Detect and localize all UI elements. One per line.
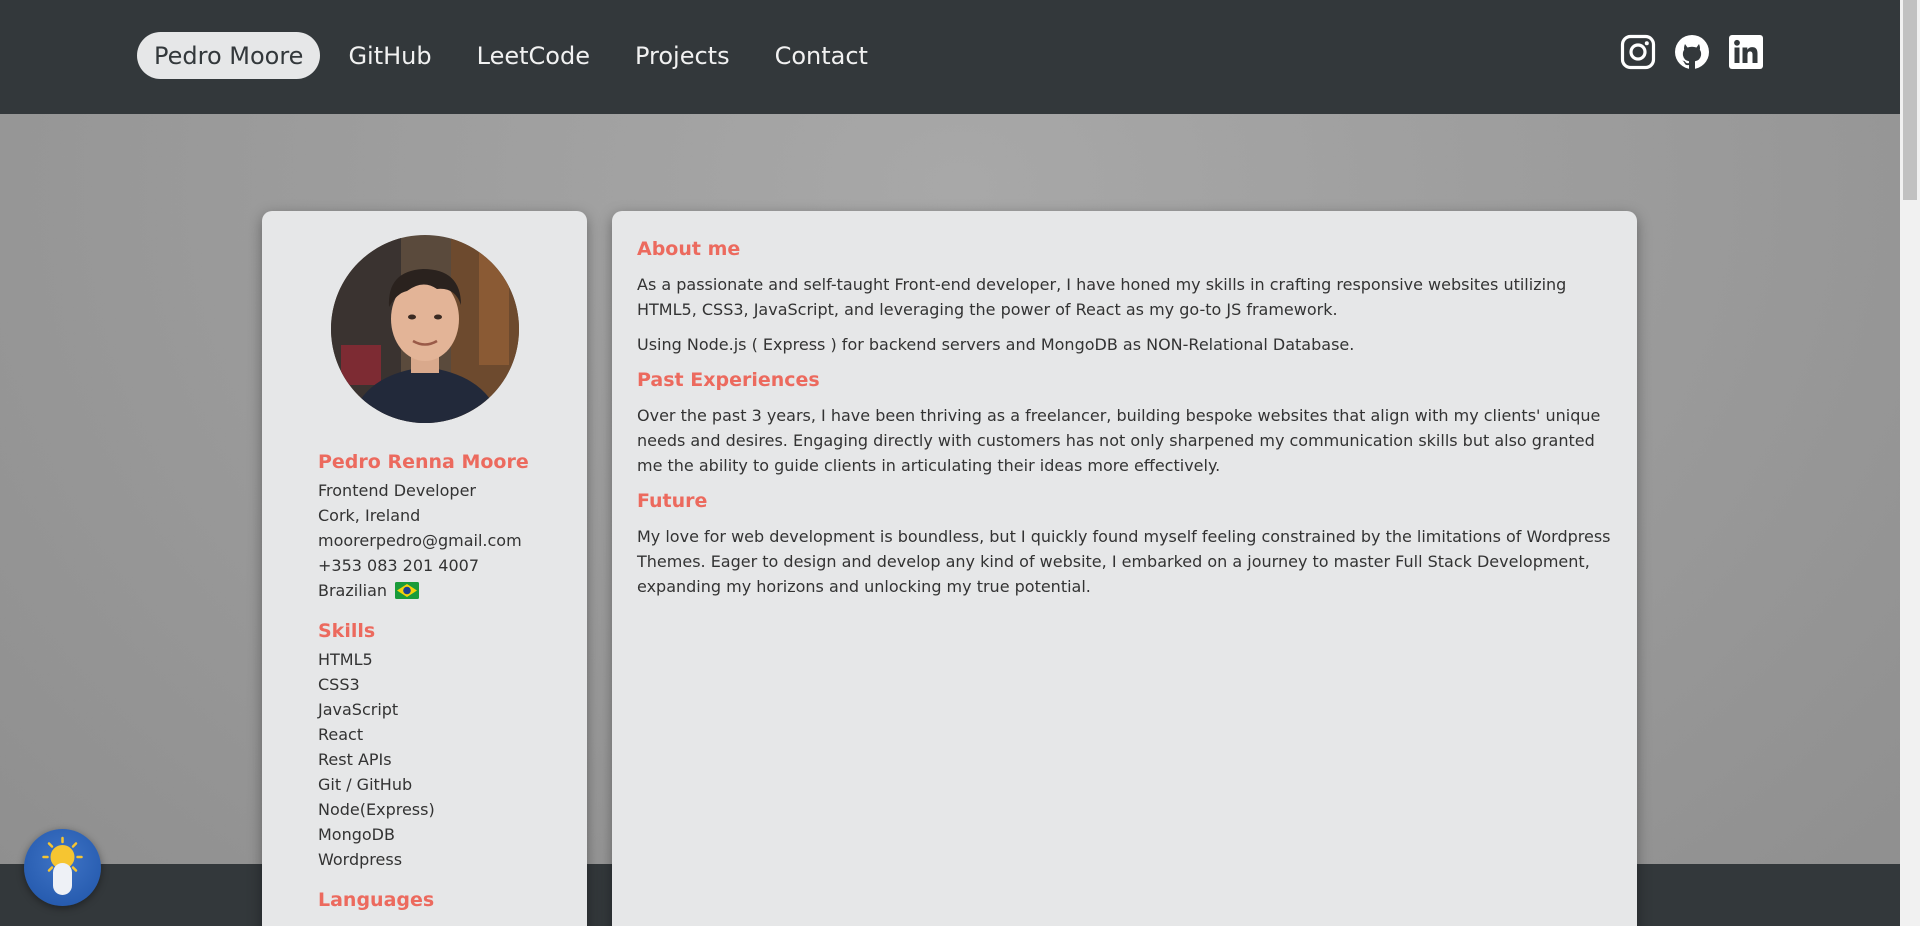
skill-item: Rest APIs [318, 750, 392, 769]
skill-item: Wordpress [318, 850, 403, 869]
profile-phone: +353 083 201 4007 [318, 556, 479, 575]
instagram-icon[interactable] [1620, 34, 1656, 70]
about-heading: About me [637, 238, 741, 260]
social-links [1620, 34, 1764, 70]
profile-details: Pedro Renna Moore Frontend Developer Cor… [318, 451, 578, 916]
skill-item: CSS3 [318, 675, 360, 694]
skill-item: JavaScript [318, 700, 399, 719]
profile-title: Frontend Developer [318, 481, 476, 500]
profile-name: Pedro Renna Moore [318, 451, 529, 473]
profile-nationality: Brazilian [318, 578, 578, 603]
brazil-flag-icon [395, 582, 420, 599]
avatar [331, 235, 519, 423]
main-nav: Pedro Moore GitHub LeetCode Projects Con… [137, 32, 896, 79]
bio-content: About me As a passionate and self-taught… [637, 238, 1612, 609]
nationality-label: Brazilian [318, 581, 388, 600]
about-paragraph: Using Node.js ( Express ) for backend se… [637, 335, 1355, 354]
top-navbar: Pedro Moore GitHub LeetCode Projects Con… [0, 0, 1900, 114]
skills-heading: Skills [318, 620, 376, 642]
skills-section: Skills HTML5 CSS3 JavaScript React Rest … [318, 620, 578, 872]
future-heading: Future [637, 490, 708, 512]
skill-item: Node(Express) [318, 800, 435, 819]
about-paragraph: As a passionate and self-taught Front-en… [637, 275, 1567, 319]
skill-item: MongoDB [318, 825, 395, 844]
github-icon[interactable] [1674, 34, 1710, 70]
sun-toggle-icon [42, 836, 83, 895]
languages-heading: Languages [318, 889, 435, 911]
nav-item-projects[interactable]: Projects [618, 32, 747, 79]
experience-paragraph: Over the past 3 years, I have been thriv… [637, 406, 1601, 475]
linkedin-icon[interactable] [1728, 34, 1764, 70]
languages-section: Languages [318, 889, 578, 911]
nav-item-contact[interactable]: Contact [758, 32, 885, 79]
nav-item-home[interactable]: Pedro Moore [137, 32, 321, 79]
theme-toggle-button[interactable] [24, 829, 101, 906]
future-paragraph: My love for web development is boundless… [637, 527, 1611, 596]
nav-item-github[interactable]: GitHub [331, 32, 448, 79]
profile-email: moorerpedro@gmail.com [318, 531, 522, 550]
skill-item: React [318, 725, 364, 744]
scrollbar-thumb[interactable] [1903, 0, 1917, 200]
bio-card: About me As a passionate and self-taught… [612, 211, 1637, 926]
skill-item: HTML5 [318, 650, 373, 669]
scrollbar[interactable] [1900, 0, 1920, 926]
profile-location: Cork, Ireland [318, 506, 421, 525]
profile-card: Pedro Renna Moore Frontend Developer Cor… [262, 211, 587, 926]
nav-item-leetcode[interactable]: LeetCode [460, 32, 607, 79]
experience-heading: Past Experiences [637, 369, 820, 391]
skill-item: Git / GitHub [318, 775, 413, 794]
